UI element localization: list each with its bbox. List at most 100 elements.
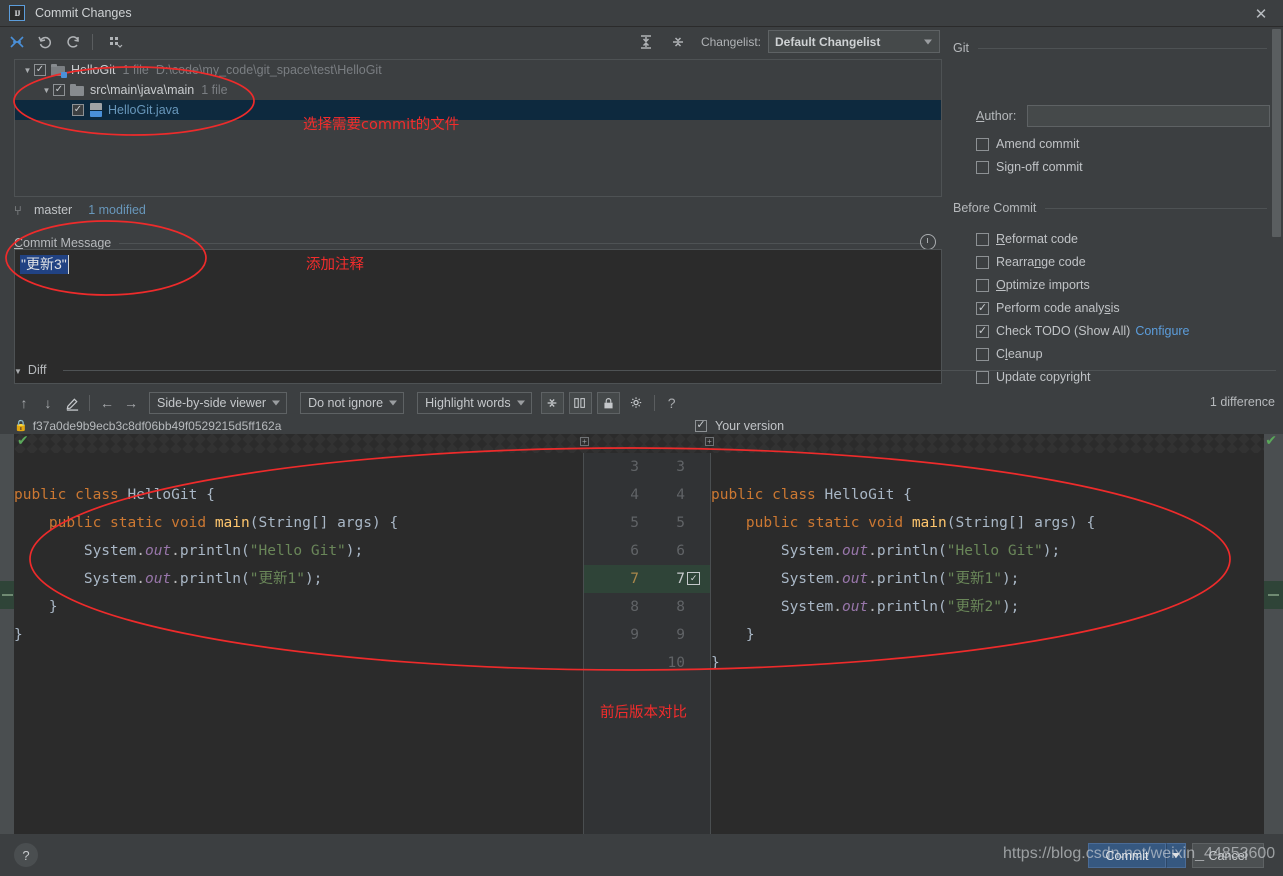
your-version-checkbox[interactable]	[695, 419, 707, 432]
tree-twisty[interactable]: ▼	[14, 367, 22, 376]
close-icon[interactable]: ✕	[1239, 0, 1283, 27]
arrow-right-icon[interactable]: →	[119, 392, 143, 414]
two-columns-icon[interactable]	[568, 392, 592, 414]
tree-twisty[interactable]: ▼	[21, 66, 34, 75]
collapse-all-icon[interactable]	[6, 31, 28, 53]
accept-change-checkbox[interactable]: ✓	[687, 572, 700, 585]
perform-code-analysis-checkbox[interactable]: Perform code analysis	[976, 301, 1120, 315]
arrow-up-icon[interactable]: ↑	[12, 392, 36, 414]
code-line: public static void main(String[] args) {	[48, 515, 399, 531]
expand-fold-icon[interactable]: +	[580, 437, 589, 446]
chevron-down-icon	[516, 400, 525, 406]
rearrange-code-checkbox[interactable]: Rearrange code	[976, 255, 1086, 269]
checkbox-box[interactable]	[976, 137, 989, 151]
commit-message-value: "更新3"	[20, 255, 69, 274]
amend-commit-label: Amend commit	[996, 137, 1080, 151]
configure-link[interactable]: Configure	[1135, 324, 1189, 338]
arrow-down-icon[interactable]: ↓	[36, 392, 60, 414]
diff-toolbar: ↑ ↓ ← → Side-by-side viewer Do not ignor…	[12, 390, 1283, 416]
question-icon[interactable]: ?	[14, 843, 38, 867]
changed-files-tree[interactable]: ▼ HelloGit 1 file D:\code\my_code\git_sp…	[14, 59, 942, 197]
checkbox-box[interactable]	[976, 324, 989, 338]
commit-button[interactable]: Commit	[1088, 843, 1166, 868]
checkbox-box[interactable]	[976, 255, 989, 269]
java-file-icon	[89, 103, 103, 117]
collapsed-lines-indicator[interactable]	[14, 434, 1264, 453]
commit-dropdown-button[interactable]	[1166, 843, 1186, 868]
left-status-check-icon: ✔	[17, 432, 29, 448]
right-code-pane[interactable]: public class HelloGit { public static vo…	[711, 453, 1264, 834]
section-divider	[978, 48, 1267, 49]
checkbox-box[interactable]	[976, 347, 989, 361]
line-number-old: 7	[630, 571, 639, 587]
section-divider	[1045, 208, 1267, 209]
refresh-icon[interactable]	[62, 31, 84, 53]
changelist-select[interactable]: Default Changelist	[768, 30, 940, 53]
collapse-lines-icon[interactable]	[540, 392, 564, 414]
line-number-new: 10	[667, 655, 685, 671]
tree-twisty[interactable]: ▼	[40, 86, 53, 95]
history-clock-icon[interactable]	[920, 234, 936, 250]
author-field[interactable]	[1027, 105, 1270, 127]
toolbar-divider	[92, 34, 93, 50]
reformat-code-checkbox[interactable]: Reformat code	[976, 232, 1078, 246]
update-copyright-checkbox[interactable]: Update copyright	[976, 370, 1091, 384]
checkbox-box[interactable]	[976, 160, 989, 174]
arrow-left-icon[interactable]: ←	[95, 392, 119, 414]
tree-node-filecount: 1 file	[122, 63, 149, 77]
code-line: System.out.println("Hello Git");	[83, 543, 364, 559]
viewer-mode-select[interactable]: Side-by-side viewer	[149, 392, 288, 414]
question-icon[interactable]: ?	[660, 392, 684, 414]
modified-count[interactable]: 1 modified	[88, 203, 146, 217]
table-row[interactable]: HelloGit.java	[15, 100, 941, 120]
diff-section-title[interactable]: ▼ Diff	[14, 363, 46, 377]
vcs-folder-icon	[51, 63, 67, 78]
lock-icon[interactable]	[596, 392, 620, 414]
line-number-old: 9	[630, 627, 639, 643]
code-line: public class HelloGit {	[711, 487, 912, 503]
rollback-icon[interactable]	[34, 31, 56, 53]
cleanup-checkbox[interactable]: Cleanup	[976, 347, 1043, 361]
group-by-icon[interactable]	[105, 31, 127, 53]
intellij-logo-icon: IJ	[9, 5, 25, 21]
diff-title-text: Diff	[27, 363, 47, 377]
gear-icon[interactable]	[625, 392, 649, 414]
row-checkbox[interactable]	[53, 84, 65, 96]
line-number-new: 6	[676, 543, 685, 559]
left-code-pane[interactable]: public class HelloGit { public static vo…	[14, 453, 583, 834]
right-diff-marker-strip[interactable]	[1264, 434, 1283, 834]
table-row[interactable]: ▼ src\main\java\main 1 file	[15, 80, 941, 100]
pencil-icon[interactable]	[60, 392, 84, 414]
window-title: Commit Changes	[35, 6, 132, 20]
expand-fold-icon[interactable]: +	[705, 437, 714, 446]
perform-code-analysis-label: Perform code analysis	[996, 301, 1120, 315]
amend-commit-checkbox[interactable]: Amend commit	[976, 137, 1079, 151]
left-diff-marker-strip[interactable]	[0, 434, 14, 834]
optimize-imports-checkbox[interactable]: Optimize imports	[976, 278, 1090, 292]
right-panel-scrollbar[interactable]	[1272, 29, 1281, 237]
highlight-mode-select[interactable]: Highlight words	[417, 392, 532, 414]
changelist-label: Changelist:	[700, 34, 761, 49]
code-line: }	[48, 599, 58, 615]
checkbox-box[interactable]	[976, 301, 989, 315]
row-checkbox[interactable]	[72, 104, 84, 116]
check-todo-checkbox[interactable]: Check TODO (Show All) Configure	[976, 324, 1190, 338]
ignore-mode-select[interactable]: Do not ignore	[300, 392, 405, 414]
expand-all-icon[interactable]	[635, 31, 657, 53]
checkbox-box[interactable]	[976, 370, 989, 384]
commit-message-input[interactable]: "更新3"	[14, 249, 942, 384]
checkbox-box[interactable]	[976, 278, 989, 292]
collapse-lines-icon[interactable]	[667, 31, 689, 53]
table-row[interactable]: ▼ HelloGit 1 file D:\code\my_code\git_sp…	[15, 60, 941, 80]
signoff-commit-checkbox[interactable]: Sign-off commit	[976, 160, 1083, 174]
line-number-old: 5	[630, 515, 639, 531]
row-checkbox[interactable]	[34, 64, 46, 76]
revision-hash: f37a0de9b9ecb3c8df06bb49f0529215d5ff162a	[32, 418, 282, 433]
line-number-old: 3	[630, 459, 639, 475]
line-number-new: 7	[676, 571, 685, 587]
code-line: System.out.println("更新1");	[780, 571, 1020, 587]
before-commit-section-title: Before Commit	[953, 201, 1037, 215]
checkbox-box[interactable]	[976, 232, 989, 246]
code-line: }	[745, 627, 755, 643]
cancel-button[interactable]: Cancel	[1192, 843, 1264, 868]
